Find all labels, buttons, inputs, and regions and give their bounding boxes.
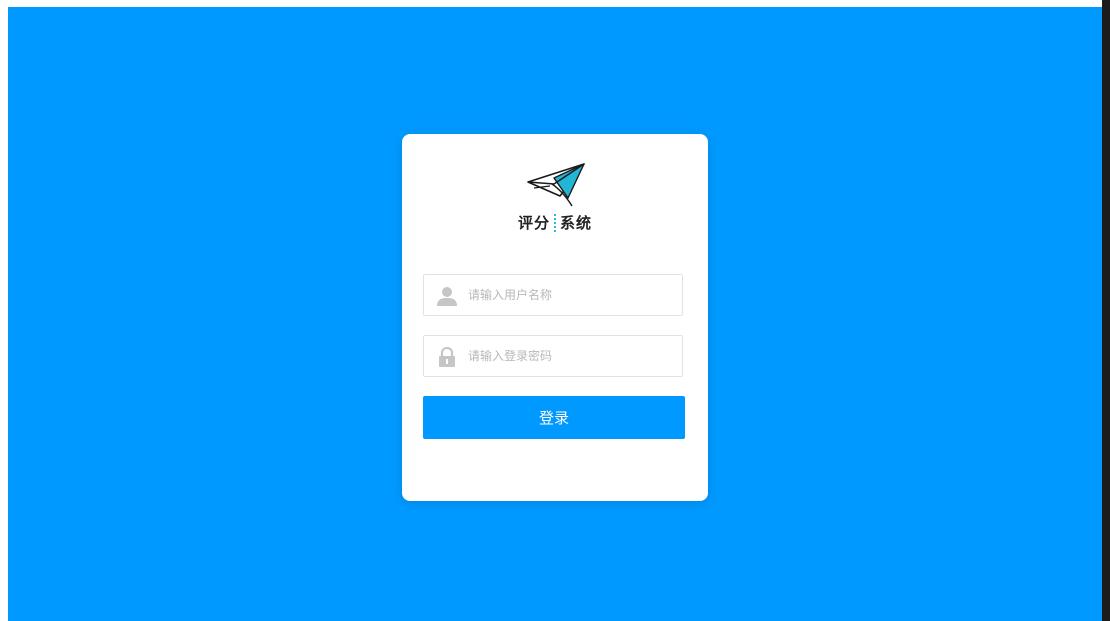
login-card: 评分系统 登录 xyxy=(402,134,708,501)
password-input[interactable] xyxy=(468,336,674,376)
user-icon xyxy=(437,287,457,306)
page-background: 评分系统 登录 xyxy=(8,7,1102,621)
app-title-part1: 评分 xyxy=(517,214,550,232)
app-title: 评分 系统 xyxy=(402,212,708,234)
app-logo: 评分 系统 xyxy=(402,156,708,246)
username-field[interactable] xyxy=(423,274,683,316)
login-button[interactable]: 登录 xyxy=(423,396,685,439)
username-input[interactable] xyxy=(468,275,674,315)
password-field[interactable] xyxy=(423,335,683,377)
window-edge xyxy=(1102,0,1110,621)
lock-icon xyxy=(439,346,455,367)
app-title-part2: 系统 xyxy=(560,214,593,232)
paper-plane-icon xyxy=(527,163,585,207)
title-separator xyxy=(554,213,556,234)
